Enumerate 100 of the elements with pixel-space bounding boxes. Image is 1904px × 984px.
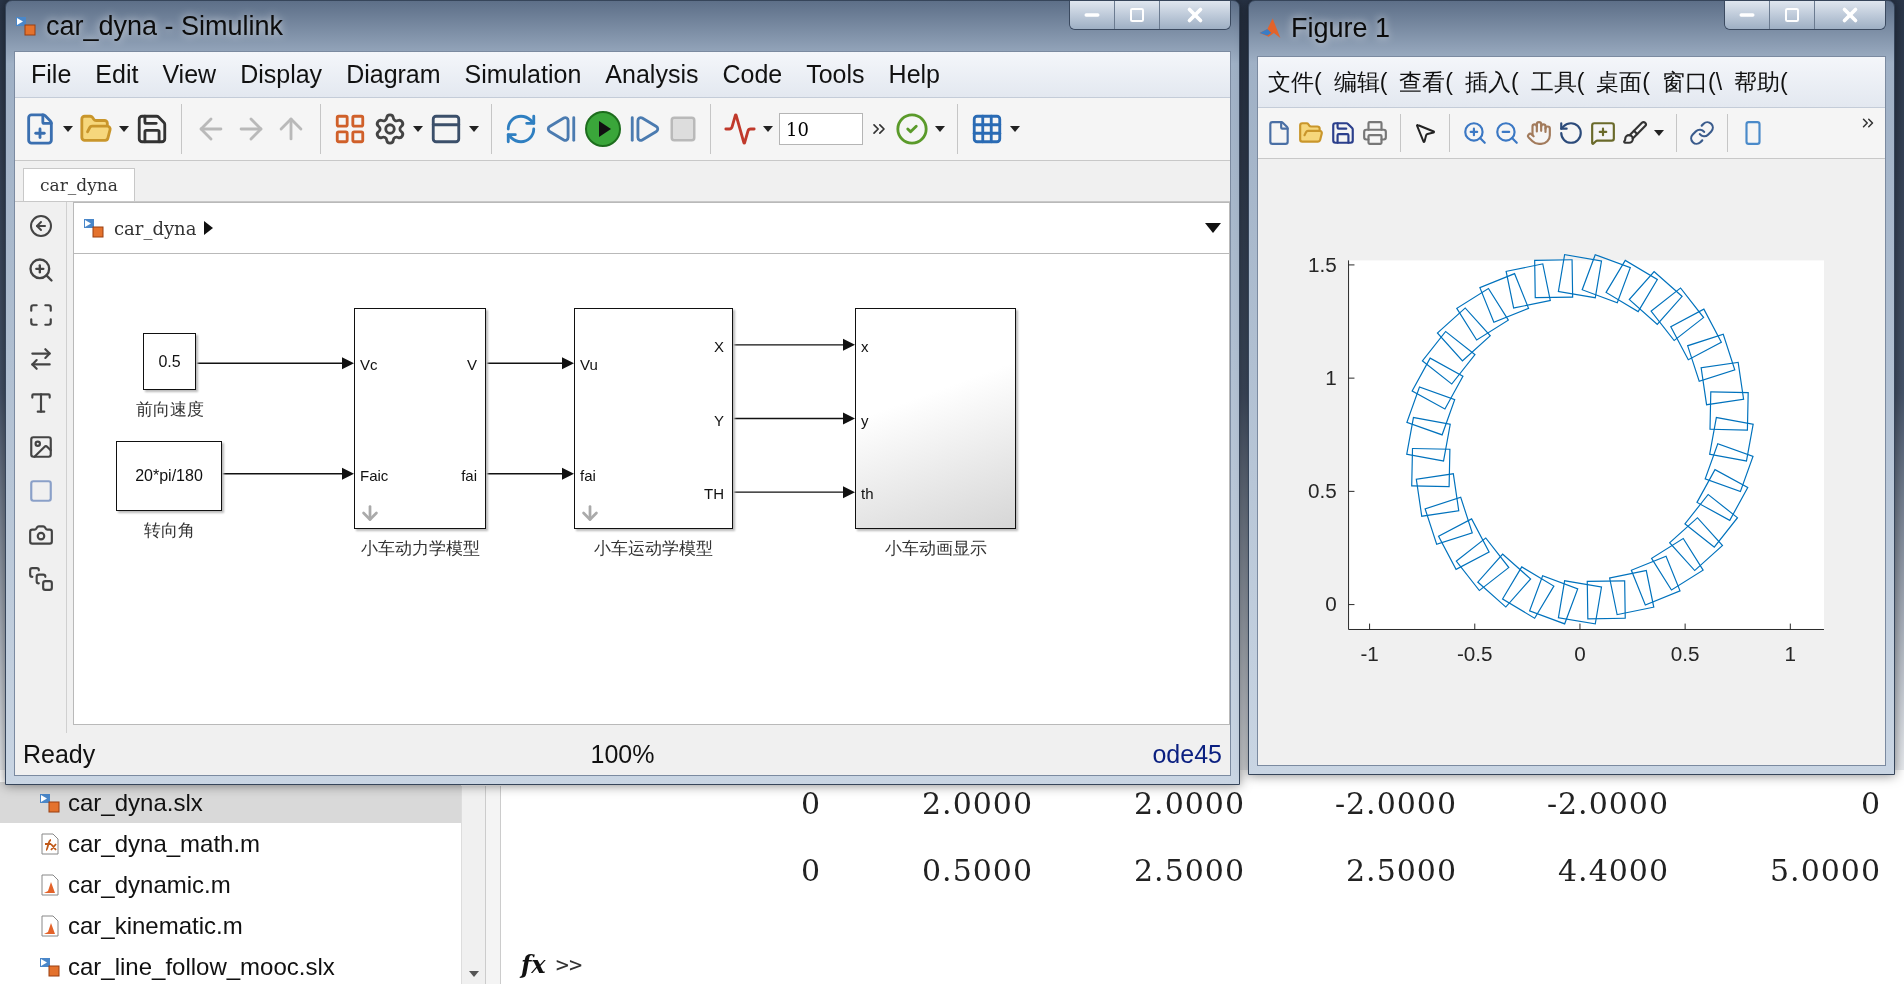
hand-icon[interactable] <box>1526 120 1552 146</box>
menu-item[interactable]: Display <box>228 60 335 89</box>
trajectory-marker <box>1650 537 1704 591</box>
new-figure-icon[interactable] <box>1266 120 1292 146</box>
zoom-in-icon[interactable] <box>1462 120 1488 146</box>
expand-arrow-icon[interactable] <box>204 221 214 235</box>
caret-icon[interactable] <box>413 126 423 132</box>
port-label: X <box>714 337 724 355</box>
settings-icon[interactable] <box>373 112 407 146</box>
save-icon[interactable] <box>135 112 169 146</box>
library-browser-icon[interactable] <box>333 112 367 146</box>
port-label: th <box>861 484 874 502</box>
trajectory-marker <box>1557 254 1603 299</box>
stop-time-field[interactable]: 10 <box>779 113 863 145</box>
menu-item[interactable]: Code <box>710 60 795 89</box>
model-explorer-icon[interactable] <box>429 112 463 146</box>
menu-item[interactable]: 文件( <box>1262 66 1328 98</box>
trajectory-marker <box>1700 361 1745 406</box>
menu-item[interactable]: File <box>19 60 84 89</box>
menu-item[interactable]: Edit <box>83 60 151 89</box>
hide-explorer-icon[interactable] <box>28 214 53 238</box>
trajectory-marker <box>1708 416 1754 462</box>
menu-item[interactable]: 编辑( <box>1327 66 1394 98</box>
file-list-entry[interactable]: car_dyna_math.m <box>0 823 461 864</box>
trajectory-marker <box>1670 308 1723 361</box>
brush-icon[interactable] <box>1622 120 1648 146</box>
menu-item[interactable]: 插入( <box>1459 66 1525 98</box>
matrix-value: 2.0000 <box>921 786 1033 821</box>
menu-item[interactable]: View <box>150 60 229 89</box>
trajectory-marker <box>1586 580 1626 620</box>
scroll-down-icon[interactable] <box>468 971 479 977</box>
menu-item[interactable]: Diagram <box>334 60 453 89</box>
file-list-entry[interactable]: car_dynamic.m <box>0 864 461 905</box>
caret-icon[interactable] <box>63 126 73 132</box>
trajectory-marker <box>1534 259 1574 299</box>
pointer-icon[interactable] <box>1413 121 1437 145</box>
fit-view-icon[interactable] <box>27 302 54 328</box>
menu-item[interactable]: 查看( <box>1393 66 1459 98</box>
scope-icon[interactable] <box>723 112 757 146</box>
check-icon[interactable] <box>895 112 929 146</box>
data-cursor-icon[interactable] <box>1590 120 1616 146</box>
matrix-value: 4.4000 <box>1557 853 1669 888</box>
trajectory-marker <box>1581 253 1632 304</box>
menu-item[interactable]: 工具( <box>1524 66 1591 98</box>
caret-icon[interactable] <box>119 126 129 132</box>
print-icon[interactable] <box>1362 120 1388 146</box>
trajectory-marker <box>1505 263 1551 309</box>
port-label: Vu <box>580 355 598 373</box>
dropdown-icon[interactable] <box>1205 223 1221 233</box>
menu-item[interactable]: Simulation <box>452 60 594 89</box>
trajectory-marker <box>1628 270 1683 326</box>
trajectory-marker <box>1557 580 1603 625</box>
trajectory-marker <box>1501 566 1555 620</box>
caret-icon[interactable] <box>763 126 773 132</box>
menu-item[interactable]: 帮助( <box>1728 66 1794 98</box>
trajectory-marker <box>1421 330 1476 385</box>
save-icon[interactable] <box>1330 120 1356 146</box>
solver-name[interactable]: ode45 <box>822 739 1222 769</box>
tick-label: 0.5 <box>1670 642 1700 665</box>
port-label: V <box>467 355 477 373</box>
model-tab[interactable]: car_dyna <box>23 168 135 201</box>
matrix-value: 2.5000 <box>1133 853 1245 888</box>
camera-icon[interactable] <box>27 522 54 548</box>
file-list-entry[interactable]: car_kinematic.m <box>0 905 461 946</box>
breadcrumb[interactable]: car_dyna <box>114 217 197 239</box>
run-icon[interactable] <box>584 110 622 148</box>
trajectory-marker <box>1455 537 1510 592</box>
file-list-entry[interactable]: car_dyna.slx <box>0 782 461 823</box>
menu-item[interactable]: Help <box>876 60 952 89</box>
function-hint[interactable]: fx <box>521 949 546 979</box>
trajectory-marker <box>1704 442 1754 493</box>
caret-icon[interactable] <box>1654 130 1664 136</box>
menu-item[interactable]: Tools <box>794 60 877 89</box>
status-text: Ready <box>23 739 97 769</box>
menu-item[interactable]: 桌面( <box>1590 66 1657 98</box>
zoom-level: 100% <box>589 739 656 769</box>
caret-icon[interactable] <box>1010 126 1020 132</box>
trajectory-marker <box>1686 333 1736 383</box>
trajectory-marker <box>1528 575 1579 625</box>
caret-icon[interactable] <box>469 126 479 132</box>
grid-icon[interactable] <box>970 112 1004 146</box>
explorer-bar-icon[interactable] <box>27 566 54 592</box>
image-icon[interactable] <box>27 434 54 460</box>
trajectory-marker <box>1696 468 1749 522</box>
zoom-out-icon[interactable] <box>1494 120 1520 146</box>
link-icon[interactable] <box>1689 120 1715 146</box>
matrix-value: 0 <box>799 853 821 888</box>
zoom-icon[interactable] <box>26 256 55 284</box>
port-label: y <box>861 411 869 428</box>
trajectory-marker <box>1411 357 1464 410</box>
scroll-bar[interactable] <box>461 786 485 984</box>
update-icon[interactable] <box>504 112 538 146</box>
menu-item[interactable]: 窗口(\ <box>1656 66 1729 98</box>
trajectory-marker <box>1406 386 1456 436</box>
menu-item[interactable]: Analysis <box>593 60 711 89</box>
caret-icon[interactable] <box>935 126 945 132</box>
tick-label: 1.5 <box>1308 252 1337 276</box>
port-label: x <box>861 337 869 355</box>
file-list-entry[interactable]: car_line_follow_mooc.slx <box>0 946 461 984</box>
rotate-icon[interactable] <box>1558 120 1584 146</box>
